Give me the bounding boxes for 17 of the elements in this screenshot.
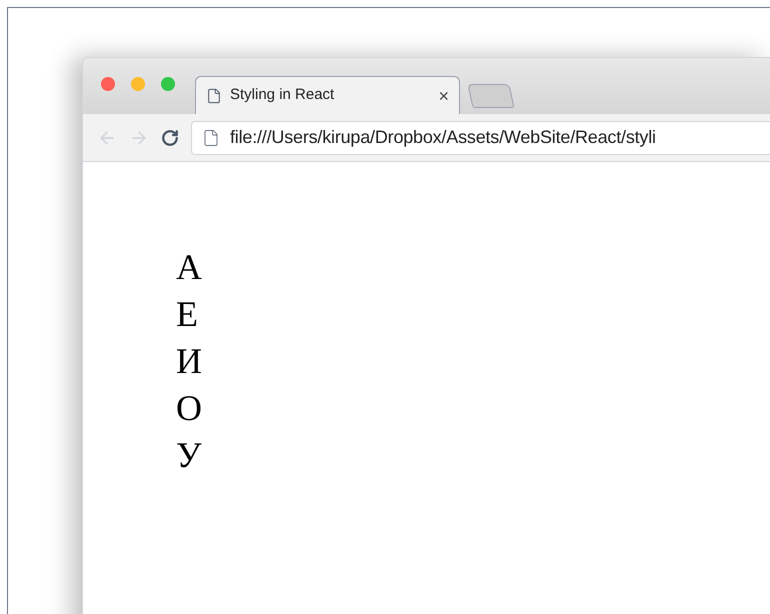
browser-tab[interactable]: Styling in React × xyxy=(195,76,460,114)
tab-title: Styling in React xyxy=(230,85,336,106)
letter: У xyxy=(176,434,202,477)
reload-icon[interactable] xyxy=(161,128,179,146)
address-text: file:///Users/kirupa/Dropbox/Assets/WebSite/React/styli xyxy=(230,126,656,149)
letter: А xyxy=(176,246,202,289)
letter: Е xyxy=(176,293,198,336)
address-bar[interactable]: file:///Users/kirupa/Dropbox/Assets/WebSite/React/styli xyxy=(191,120,770,154)
letter: О xyxy=(176,387,202,430)
minimize-window-icon[interactable] xyxy=(131,77,145,91)
new-tab-button[interactable] xyxy=(467,84,515,108)
letter: И xyxy=(176,340,202,383)
maximize-window-icon[interactable] xyxy=(161,77,175,91)
close-window-icon[interactable] xyxy=(101,77,115,91)
page-icon xyxy=(202,128,220,146)
page-icon xyxy=(206,88,222,104)
tab-close-button[interactable]: × xyxy=(438,86,449,104)
